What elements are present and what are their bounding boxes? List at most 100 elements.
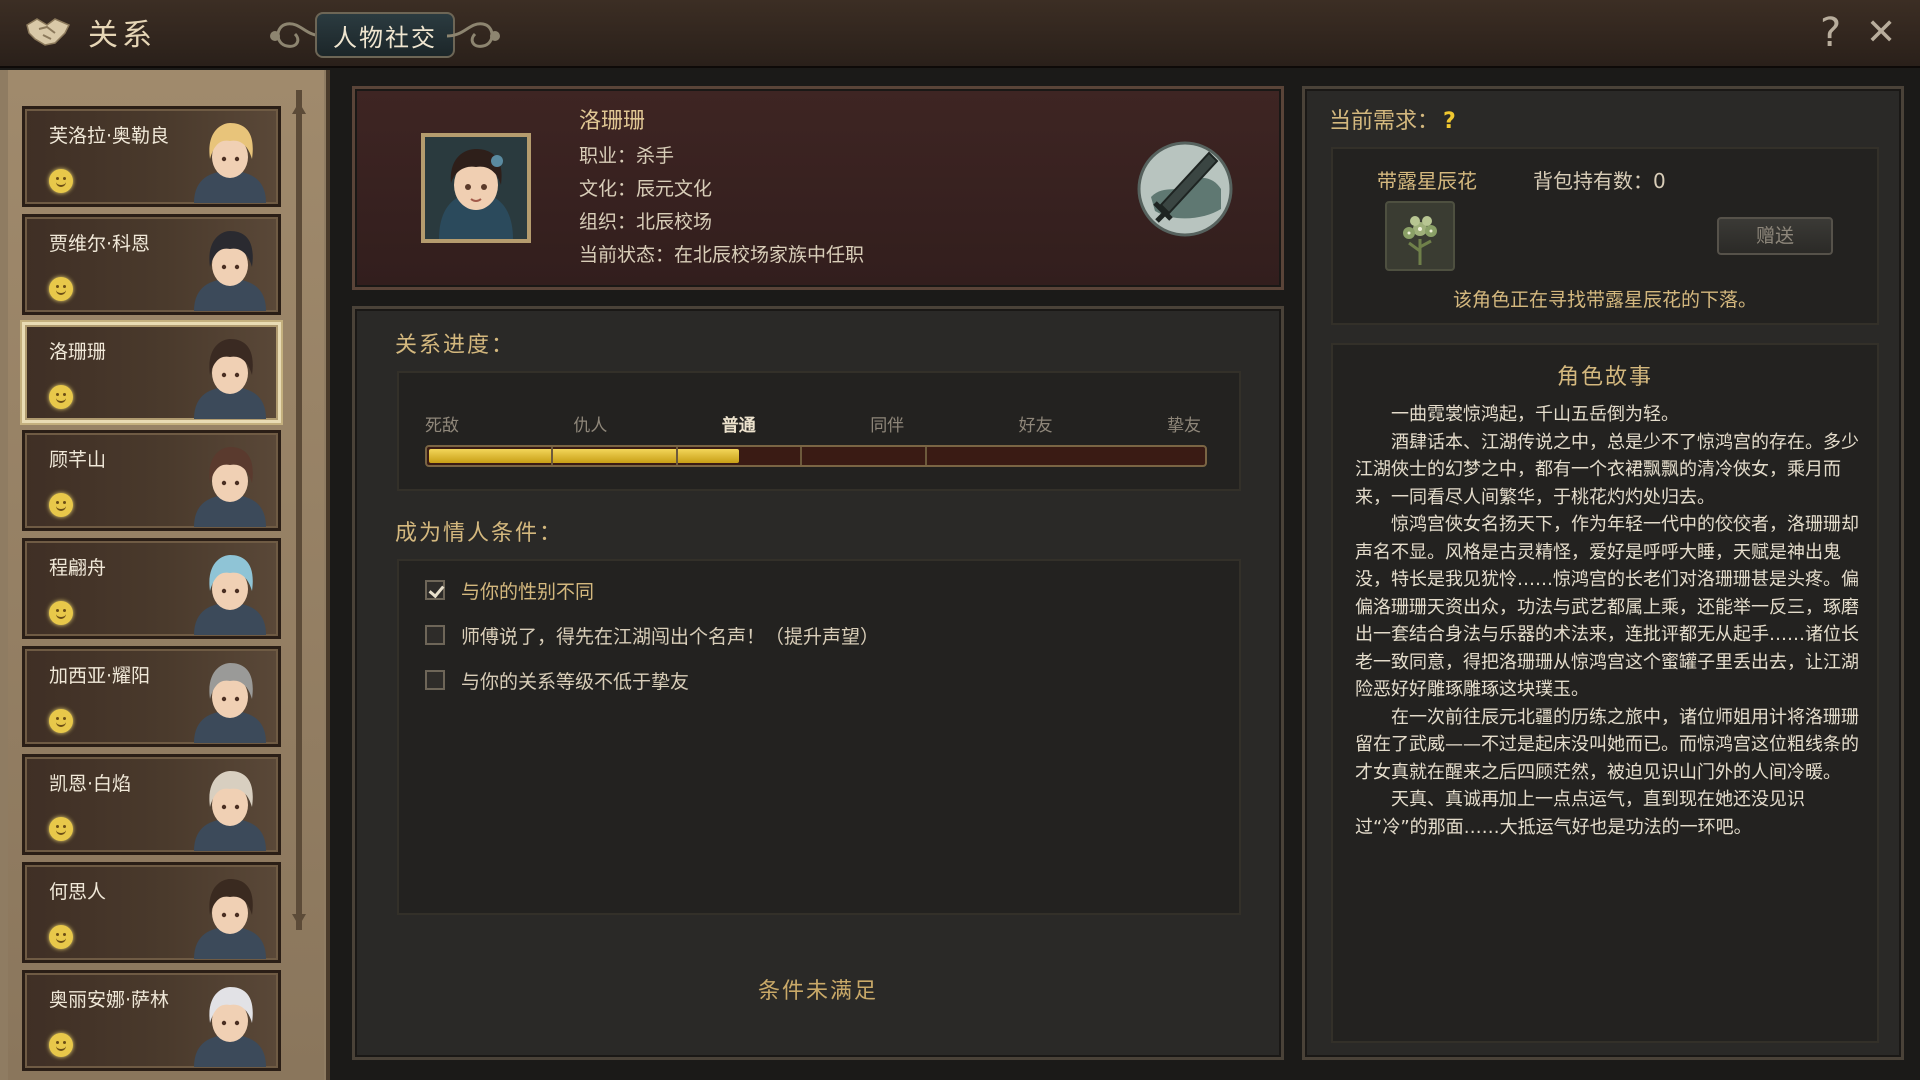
needs-story-panel: 当前需求：? 带露星辰花 背包持有数：0 赠送 该角色正在寻找带露星辰花的下落。…: [1302, 86, 1904, 1060]
condition-row: 与你的性别不同: [425, 575, 594, 605]
character-sidebar: 芙洛拉·奥勒良 贾维尔·科恩 洛珊珊顾芊山程翩舟加西亚·耀阳凯恩·白焰何思人奥丽安娜…: [0, 70, 330, 1080]
gift-button[interactable]: 赠送: [1717, 217, 1833, 255]
character-portrait-icon: [194, 879, 266, 959]
condition-checkbox[interactable]: [425, 670, 445, 690]
character-card-name: 奥丽安娜·萨林: [49, 989, 170, 1011]
relation-progress-tick: [551, 447, 554, 465]
character-portrait-icon: [194, 663, 266, 743]
current-need-label: 当前需求：: [1329, 109, 1440, 134]
mood-happy-icon: [49, 1033, 73, 1057]
handshake-icon: [20, 10, 76, 54]
story-body: 一曲霓裳惊鸿起，千山五岳倒为轻。 酒肆话本、江湖传说之中，总是少不了惊鸿宫的存在。…: [1355, 401, 1859, 841]
mood-happy-icon: [49, 493, 73, 517]
tab-label: 人物社交: [333, 23, 437, 52]
character-card-name: 洛珊珊: [49, 341, 107, 363]
relation-progress-fill: [429, 449, 739, 463]
character-story-box: 角色故事 一曲霓裳惊鸿起，千山五岳倒为轻。 酒肆话本、江湖传说之中，总是少不了惊鸿…: [1331, 343, 1879, 1043]
character-card-name: 何思人: [49, 881, 107, 903]
mood-happy-icon: [49, 601, 73, 625]
character-card-name: 贾维尔·科恩: [49, 233, 151, 255]
relationship-panel: 关系进度： 死敌 仇人 普通 同伴 好友 挚友 成为情人条件： 与你的性别不同师傅说了，得…: [352, 306, 1284, 1060]
character-portrait-icon: [194, 771, 266, 851]
inventory-count: 背包持有数：0: [1533, 169, 1666, 193]
character-card[interactable]: 程翩舟: [22, 538, 281, 639]
relation-level-label: 同伴: [870, 416, 905, 436]
story-title: 角色故事: [1556, 365, 1653, 390]
need-box: 带露星辰花 背包持有数：0 赠送 该角色正在寻找带露星辰花的下落。: [1331, 147, 1879, 325]
character-card[interactable]: 顾芊山: [22, 430, 281, 531]
character-card[interactable]: 贾维尔·科恩: [22, 214, 281, 315]
character-profile-panel: 洛珊珊 职业：杀手 文化：辰元文化 组织：北辰校场 当前状态：在北辰校场家族中任…: [352, 86, 1284, 290]
relation-level-label: 普通: [721, 416, 756, 436]
lover-conditions-box: 与你的性别不同师傅说了，得先在江湖闯出个名声！（提升声望） 与你的关系等级不低于挚…: [397, 559, 1241, 915]
character-portrait-icon: [194, 231, 266, 311]
character-card-name: 加西亚·耀阳: [49, 665, 151, 687]
character-card[interactable]: 何思人: [22, 862, 281, 963]
lover-conditions-title: 成为情人条件：: [395, 521, 564, 546]
mood-happy-icon: [49, 385, 73, 409]
close-icon[interactable]: ✕: [1866, 10, 1896, 56]
tab-character-social[interactable]: 人物社交: [265, 8, 505, 62]
relation-progress-box: 死敌 仇人 普通 同伴 好友 挚友: [397, 371, 1241, 491]
character-card-name: 顾芊山: [49, 449, 107, 471]
relation-progress-tick: [924, 447, 927, 465]
conditions-status: 条件未满足: [757, 979, 878, 1004]
help-icon[interactable]: ?: [1820, 10, 1841, 56]
page-title: 关系: [88, 18, 156, 53]
need-item-name: 带露星辰花: [1377, 169, 1477, 193]
character-portrait-icon: [194, 339, 266, 419]
character-card-name: 芙洛拉·奥勒良: [49, 125, 170, 147]
character-portrait: [421, 133, 531, 243]
sword-emblem-icon: [1137, 141, 1233, 237]
condition-text: 与你的关系等级不低于挚友: [461, 670, 690, 693]
tab-ornament-right-icon: [446, 22, 500, 48]
character-card[interactable]: 奥丽安娜·萨林: [22, 970, 281, 1071]
relation-progress-tick: [800, 447, 803, 465]
mood-happy-icon: [49, 277, 73, 301]
relation-level-label: 仇人: [573, 416, 608, 436]
character-card-name: 程翩舟: [49, 557, 107, 579]
sidebar-scrollbar[interactable]: [296, 90, 302, 930]
relation-level-label: 挚友: [1167, 416, 1201, 436]
condition-checkbox[interactable]: [425, 580, 445, 600]
condition-row: 师傅说了，得先在江湖闯出个名声！（提升声望）: [425, 620, 879, 650]
relation-progress-title: 关系进度：: [395, 333, 516, 358]
mood-happy-icon: [49, 709, 73, 733]
story-paragraph: 酒肆话本、江湖传说之中，总是少不了惊鸿宫的存在。多少江湖俠士的幻梦之中，都有一个…: [1355, 431, 1859, 508]
character-card[interactable]: 加西亚·耀阳: [22, 646, 281, 747]
story-paragraph: 在一次前往辰元北疆的历练之旅中，诸位师姐用计将洛珊珊留在了武威——不过是起床没叫…: [1355, 706, 1859, 783]
mood-happy-icon: [49, 169, 73, 193]
story-paragraph: 天真、真诚再加上一点点运气，直到现在她还没见识过“冷”的那面……大抵运气好也是功…: [1355, 789, 1805, 838]
condition-checkbox[interactable]: [425, 625, 445, 645]
relation-progress-tick: [675, 447, 678, 465]
character-status: 当前状态：在北辰校场家族中任职: [579, 244, 865, 266]
story-paragraph: 惊鸿宫俠女名扬天下，作为年轻一代中的佼佼者，洛珊珊却声名不显。风格是古灵精怪，爱…: [1355, 514, 1859, 700]
character-card[interactable]: 凯恩·白焰: [22, 754, 281, 855]
character-organization: 组织：北辰校场: [579, 211, 713, 233]
scroll-up-icon[interactable]: [290, 100, 308, 118]
character-job: 职业：杀手: [579, 145, 675, 167]
mood-happy-icon: [49, 925, 73, 949]
need-item-slot[interactable]: [1385, 201, 1455, 271]
mood-happy-icon: [49, 817, 73, 841]
relation-level-label: 死敌: [425, 416, 459, 436]
character-name: 洛珊珊: [579, 109, 646, 134]
condition-text: 师傅说了，得先在江湖闯出个名声！（提升声望）: [461, 625, 880, 648]
character-portrait-icon: [194, 555, 266, 635]
character-portrait-icon: [194, 123, 266, 203]
scroll-down-icon[interactable]: [290, 910, 308, 928]
relation-progress-bar: [425, 445, 1207, 467]
flower-icon: [1403, 216, 1437, 265]
character-card[interactable]: 芙洛拉·奥勒良: [22, 106, 281, 207]
need-message: 该角色正在寻找带露星辰花的下落。: [1452, 289, 1757, 311]
top-bar: 关系 人物社交 ? ✕: [0, 0, 1920, 68]
relation-level-label: 好友: [1018, 416, 1053, 436]
unknown-need-mark: ?: [1443, 109, 1456, 134]
character-portrait-icon: [194, 987, 266, 1067]
condition-row: 与你的关系等级不低于挚友: [425, 665, 689, 695]
current-need-title: 当前需求：?: [1329, 103, 1456, 135]
condition-text: 与你的性别不同: [461, 580, 595, 603]
app-title-group: 关系: [20, 10, 156, 54]
character-culture: 文化：辰元文化: [579, 178, 713, 200]
character-card[interactable]: 洛珊珊: [22, 322, 281, 423]
